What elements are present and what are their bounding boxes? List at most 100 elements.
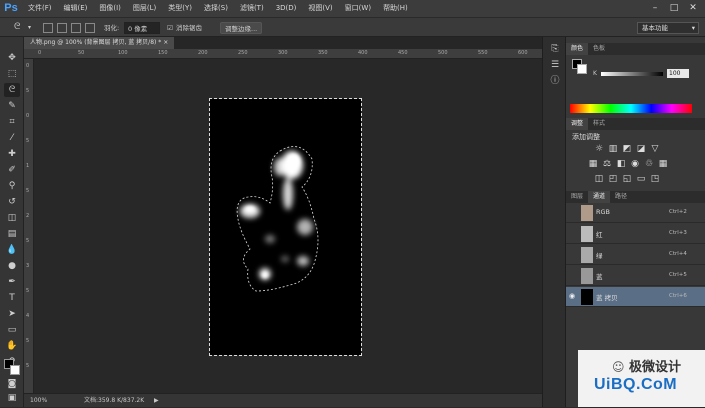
tab-channels[interactable]: 通道 (588, 191, 611, 203)
channel-row-rgb[interactable]: RGB Ctrl+2 (566, 203, 705, 223)
marquee-tool-icon[interactable]: ⬚ (4, 67, 20, 81)
visibility-off-icon[interactable] (569, 250, 577, 258)
menu-item[interactable]: 3D(D) (270, 0, 303, 17)
close-button[interactable]: ✕ (685, 2, 701, 14)
photo-filter-icon[interactable]: ◉ (630, 159, 640, 169)
menu-item[interactable]: 文件(F) (22, 0, 58, 17)
shape-tool-icon[interactable]: ▭ (4, 323, 20, 337)
zoom-level[interactable]: 100% (30, 394, 47, 408)
background-color-swatch[interactable] (577, 64, 587, 74)
menu-item[interactable]: 类型(Y) (162, 0, 198, 17)
visibility-off-icon[interactable] (569, 229, 577, 237)
invert-icon[interactable]: ◫ (594, 174, 604, 184)
pen-tool-icon[interactable]: ✒ (4, 275, 20, 289)
gradient-tool-icon[interactable]: ▤ (4, 227, 20, 241)
tab-layers[interactable]: 图层 (566, 191, 588, 203)
channel-row-blue-copy[interactable]: ◉ 蓝 拷贝 Ctrl+6 (566, 287, 705, 307)
color-ramp[interactable] (570, 104, 692, 113)
document-canvas[interactable] (209, 98, 362, 356)
selective-color-icon[interactable]: ◳ (650, 174, 660, 184)
curves-icon[interactable]: ◩ (622, 144, 632, 154)
quick-mask-icon[interactable]: ◙ (4, 377, 20, 391)
feather-input[interactable]: 0 像素 (124, 22, 160, 34)
channel-shortcut: Ctrl+3 (669, 230, 687, 236)
ruler-tick-label: 550 (478, 50, 488, 56)
history-panel-icon[interactable]: ⎘ (548, 43, 562, 55)
eye-icon[interactable]: ◉ (569, 292, 577, 300)
tab-paths[interactable]: 路径 (610, 191, 632, 203)
close-tab-icon[interactable]: × (163, 39, 168, 46)
eyedropper-tool-icon[interactable]: ⁄ (4, 131, 20, 145)
minimize-button[interactable]: – (647, 2, 663, 14)
gradient-map-icon[interactable]: ▭ (636, 174, 646, 184)
tab-adjustments[interactable]: 调整 (566, 118, 589, 130)
vibrance-icon[interactable]: ▽ (650, 144, 660, 154)
color-lookup-icon[interactable]: ▦ (658, 159, 668, 169)
k-value-input[interactable]: 100 (667, 69, 689, 78)
levels-icon[interactable]: ▥ (608, 144, 618, 154)
path-selection-tool-icon[interactable]: ➤ (4, 307, 20, 321)
history-brush-tool-icon[interactable]: ↺ (4, 195, 20, 209)
tab-color[interactable]: 颜色 (566, 43, 589, 55)
workspace-label: 基本功能 (642, 24, 668, 32)
new-selection-icon[interactable] (43, 23, 53, 33)
hue-saturation-icon[interactable]: ▦ (588, 159, 598, 169)
visibility-off-icon[interactable] (569, 208, 577, 216)
lasso-tool-icon[interactable]: ᘓ (4, 83, 20, 97)
channel-row-blue[interactable]: 蓝 Ctrl+5 (566, 266, 705, 286)
dodge-tool-icon[interactable]: ● (4, 259, 20, 273)
ruler-tick-label: 150 (158, 50, 168, 56)
brightness-icon[interactable]: ☼ (594, 144, 604, 154)
info-panel-icon[interactable]: ⓘ (548, 75, 562, 87)
eraser-tool-icon[interactable]: ◫ (4, 211, 20, 225)
tool-preset-chevron-icon[interactable]: ▾ (28, 22, 31, 34)
exposure-icon[interactable]: ◪ (636, 144, 646, 154)
ruler-tick-label: 450 (398, 50, 408, 56)
lasso-tool-icon[interactable]: ᘓ (14, 21, 20, 33)
menu-item[interactable]: 视图(V) (302, 0, 338, 17)
channel-row-green[interactable]: 绿 Ctrl+4 (566, 245, 705, 265)
crop-tool-icon[interactable]: ⌗ (4, 115, 20, 129)
color-balance-icon[interactable]: ⚖ (602, 159, 612, 169)
menu-item[interactable]: 帮助(H) (377, 0, 414, 17)
hand-tool-icon[interactable]: ✋ (4, 339, 20, 353)
tab-styles[interactable]: 样式 (588, 118, 610, 130)
posterize-icon[interactable]: ◰ (608, 174, 618, 184)
brush-tool-icon[interactable]: ✐ (4, 163, 20, 177)
workspace-select[interactable]: 基本功能 ▾ (637, 22, 699, 34)
document-tab-title: 人物.png @ 100% (背景图层 拷贝, 蓝 拷贝/8) * (30, 39, 162, 46)
channel-row-red[interactable]: 红 Ctrl+3 (566, 224, 705, 244)
menu-item[interactable]: 编辑(E) (58, 0, 94, 17)
screen-mode-icon[interactable]: ▣ (4, 391, 20, 405)
blur-tool-icon[interactable]: 💧 (4, 243, 20, 257)
menu-item[interactable]: 选择(S) (198, 0, 234, 17)
tab-swatches[interactable]: 色板 (588, 43, 610, 55)
healing-brush-tool-icon[interactable]: ✚ (4, 147, 20, 161)
document-tab[interactable]: 人物.png @ 100% (背景图层 拷贝, 蓝 拷贝/8) * × (24, 37, 175, 49)
menu-item[interactable]: 图像(I) (93, 0, 127, 17)
k-slider[interactable] (601, 72, 663, 76)
channel-mixer-icon[interactable]: ♲ (644, 159, 654, 169)
status-bar: 100% 文档:359.8 K/837.2K ▶ (24, 393, 542, 407)
subtract-selection-icon[interactable] (71, 23, 81, 33)
visibility-off-icon[interactable] (569, 271, 577, 279)
refine-edge-button[interactable]: 调整边缘... (220, 22, 263, 34)
menu-item[interactable]: 图层(L) (127, 0, 162, 17)
menu-item[interactable]: 滤镜(T) (234, 0, 270, 17)
background-color-swatch[interactable] (10, 365, 20, 375)
maximize-button[interactable]: □ (666, 2, 682, 14)
add-selection-icon[interactable] (57, 23, 67, 33)
intersect-selection-icon[interactable] (85, 23, 95, 33)
type-tool-icon[interactable]: T (4, 291, 20, 305)
antialias-checkbox[interactable]: ☑ (167, 22, 173, 34)
move-tool-icon[interactable]: ✥ (4, 51, 20, 65)
properties-panel-icon[interactable]: ☰ (548, 59, 562, 71)
threshold-icon[interactable]: ◱ (622, 174, 632, 184)
menu-item[interactable]: 窗口(W) (339, 0, 377, 17)
document-size[interactable]: 文档:359.8 K/837.2K (84, 394, 144, 408)
channel-shortcut: Ctrl+2 (669, 209, 687, 215)
clone-stamp-tool-icon[interactable]: ⚲ (4, 179, 20, 193)
status-menu-arrow-icon[interactable]: ▶ (154, 394, 159, 408)
quick-selection-tool-icon[interactable]: ✎ (4, 99, 20, 113)
black-white-icon[interactable]: ◧ (616, 159, 626, 169)
